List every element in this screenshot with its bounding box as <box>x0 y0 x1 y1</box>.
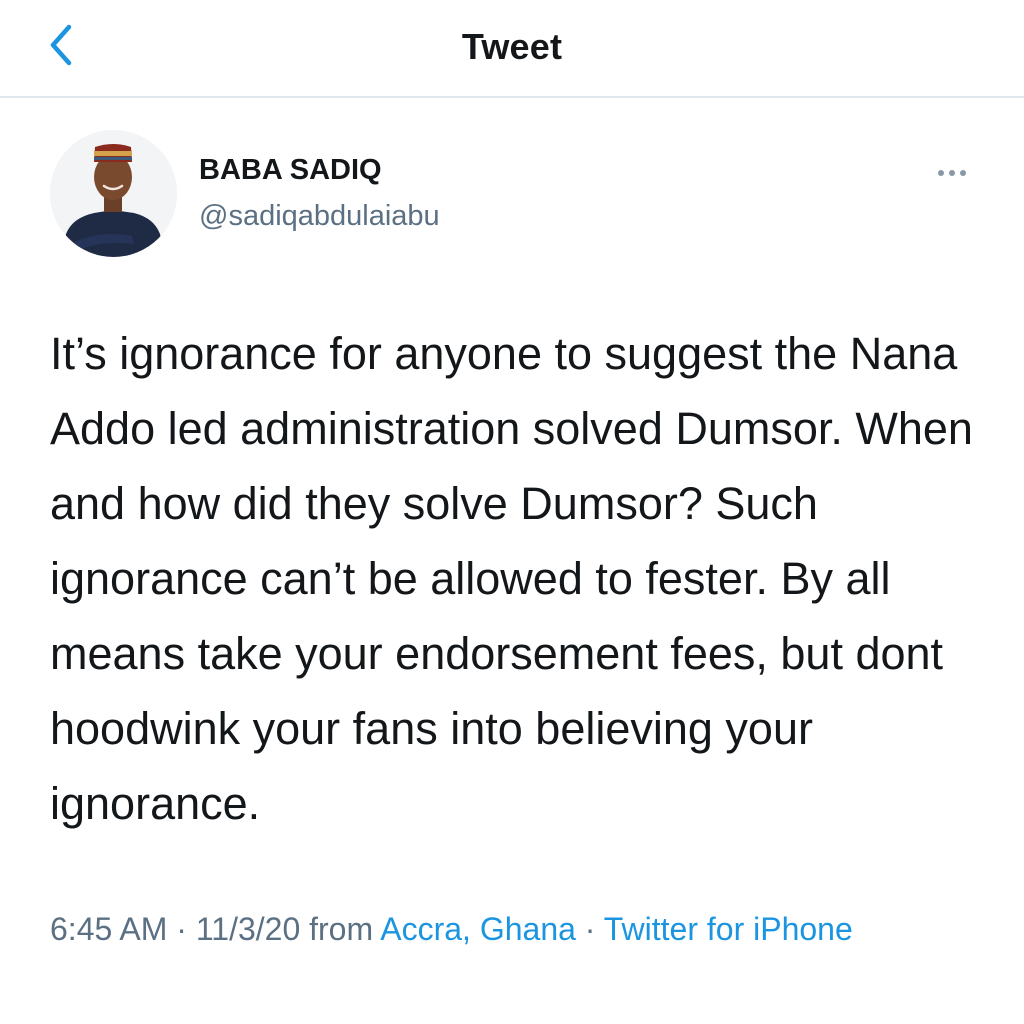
more-horizontal-icon <box>938 170 944 176</box>
client-link[interactable]: Twitter for iPhone <box>604 911 853 947</box>
more-options-button[interactable] <box>928 158 976 188</box>
more-horizontal-icon <box>949 170 955 176</box>
tweet-detail-screen: Tweet BABA SADIQ @sadiqabdulaiabu It’s i… <box>0 0 1024 1024</box>
avatar[interactable] <box>50 130 177 257</box>
author-name[interactable]: BABA SADIQ <box>199 154 382 187</box>
tweet-time: 6:45 AM <box>50 911 168 947</box>
meta-separator: · <box>584 911 596 947</box>
location-link[interactable]: Accra, Ghana <box>380 911 576 947</box>
from-label: from <box>309 911 374 947</box>
meta-separator: · <box>176 911 187 947</box>
author-handle[interactable]: @sadiqabdulaiabu <box>199 200 440 233</box>
tweet-metadata: 6:45 AM · 11/3/20 from Accra, Ghana · Tw… <box>50 904 970 954</box>
tweet-date: 11/3/20 <box>195 911 301 947</box>
page-title: Tweet <box>461 26 563 67</box>
tweet-text: It’s ignorance for anyone to suggest the… <box>50 328 973 829</box>
more-horizontal-icon <box>960 170 966 176</box>
top-navigation-bar: Tweet <box>0 0 1024 98</box>
